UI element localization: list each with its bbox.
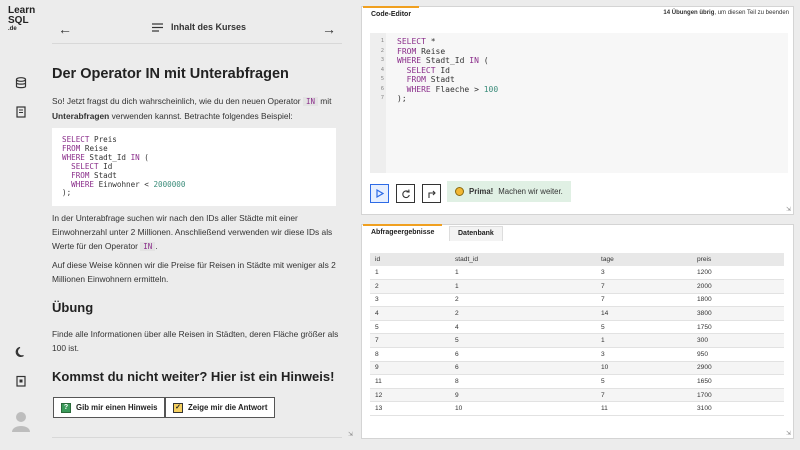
lesson-title: Der Operator IN mit Unterabfragen [52,66,289,82]
document-icon[interactable] [14,105,28,119]
table-row: 8 6 3 950 [370,347,784,362]
database-icon[interactable] [14,76,28,90]
column-header[interactable]: stadt_id [450,253,596,266]
resize-handle-icon[interactable]: ⇲ [348,432,354,438]
table-row: 9 6 10 2900 [370,361,784,376]
show-hint-button[interactable]: ? Gib mir einen Hinweis [53,397,166,418]
logo-line-2: SQL [8,15,29,26]
table-row: 3 2 7 1800 [370,293,784,308]
inline-keyword: IN [302,97,318,106]
exercise-text: Finde alle Informationen über alle Reise… [52,329,339,353]
results-table: id stadt_id tage preis 1 1 3 1200 2 1 7 2000 3… [370,253,784,417]
icon-rail: Learn SQL .de [0,0,42,450]
reset-icon [401,189,410,198]
tab-database[interactable]: Datenbank [449,226,503,241]
clipboard-icon[interactable] [14,374,28,388]
column-header[interactable]: preis [692,253,784,266]
user-avatar-icon[interactable] [11,410,31,432]
explanation-paragraph: In der Unterabfrage suchen wir nach den … [52,213,333,251]
table-row: 7 5 1 300 [370,333,784,349]
code-line: FROM Reise [397,46,446,56]
results-panel: Abfrageergebnisse Datenbank id stadt_id … [361,224,794,439]
run-query-button[interactable] [370,184,389,203]
lesson-panel: ← Inhalt des Kurses → Der Operator IN mi… [42,0,356,450]
play-icon [376,189,384,198]
table-row: 2 1 7 2000 [370,279,784,294]
tab-query-results[interactable]: Abfrageergebnisse [363,224,443,241]
success-message: Prima! Machen wir weiter. [447,181,571,202]
next-step-button[interactable] [422,184,441,203]
table-row: 4 2 14 3800 [370,306,784,321]
lesson-navigation: ← Inhalt des Kurses → [52,14,342,44]
exercise-heading: Übung [52,300,94,315]
code-line: SELECT * [397,37,436,46]
code-line: FROM Stadt [397,75,455,84]
checkbox-icon: ✓ [173,402,183,413]
inline-keyword: IN [140,242,156,251]
resize-handle-icon[interactable]: ⇲ [786,207,792,213]
code-line: WHERE Flaeche > 100 [397,84,499,94]
table-row: 5 4 5 1750 [370,320,784,335]
previous-lesson-arrow-icon[interactable]: ← [58,22,72,36]
line-number-gutter: 1 2 3 4 5 6 7 [370,33,386,173]
code-line: ); [397,94,407,103]
moon-icon[interactable] [14,345,28,359]
table-row: 13 10 11 3100 [370,401,784,417]
logo-line-3: .de [8,26,17,32]
show-answer-button[interactable]: ✓ Zeige mir die Antwort [165,397,276,418]
course-contents-label: Inhalt des Kurses [171,22,247,32]
sql-code-input[interactable]: 1 2 3 4 5 6 7 SELECT * FROM Reise WHERE … [370,33,788,173]
hint-heading: Kommst du nicht weiter? Hier ist ein Hin… [52,369,335,384]
resize-handle-icon[interactable]: ⇲ [786,431,792,437]
code-line: SELECT Id [397,65,450,75]
smiley-icon [455,187,464,196]
intro-paragraph: So! Jetzt fragst du dich wahrscheinlich,… [52,96,332,121]
menu-icon [152,22,163,32]
summary-paragraph: Auf diese Weise können wir die Preise fü… [52,260,336,284]
reset-code-button[interactable] [396,184,415,203]
logo[interactable]: Learn SQL .de [8,6,35,33]
next-lesson-arrow-icon[interactable]: → [322,22,336,36]
tab-code-editor[interactable]: Code-Editor [363,6,420,23]
table-row: 11 8 5 1650 [370,374,784,389]
divider [52,437,342,438]
forward-arrow-icon [427,190,436,198]
code-line: WHERE Stadt_Id IN ( [397,56,489,65]
example-code-block: SELECT Preis FROM Reise WHERE Stadt_Id I… [52,128,336,206]
hint-icon: ? [61,402,71,413]
table-row: 1 1 3 1200 [370,266,784,281]
table-header-row: id stadt_id tage preis [370,253,784,266]
remaining-exercises-text: 14 Übungen übrig, um diesen Teil zu been… [663,10,789,16]
column-header[interactable]: tage [596,253,692,266]
course-contents-button[interactable]: Inhalt des Kurses [152,22,246,32]
code-editor-panel: Code-Editor 14 Übungen übrig, um diesen … [361,6,794,215]
column-header[interactable]: id [370,253,450,266]
table-row: 12 9 7 1700 [370,388,784,403]
